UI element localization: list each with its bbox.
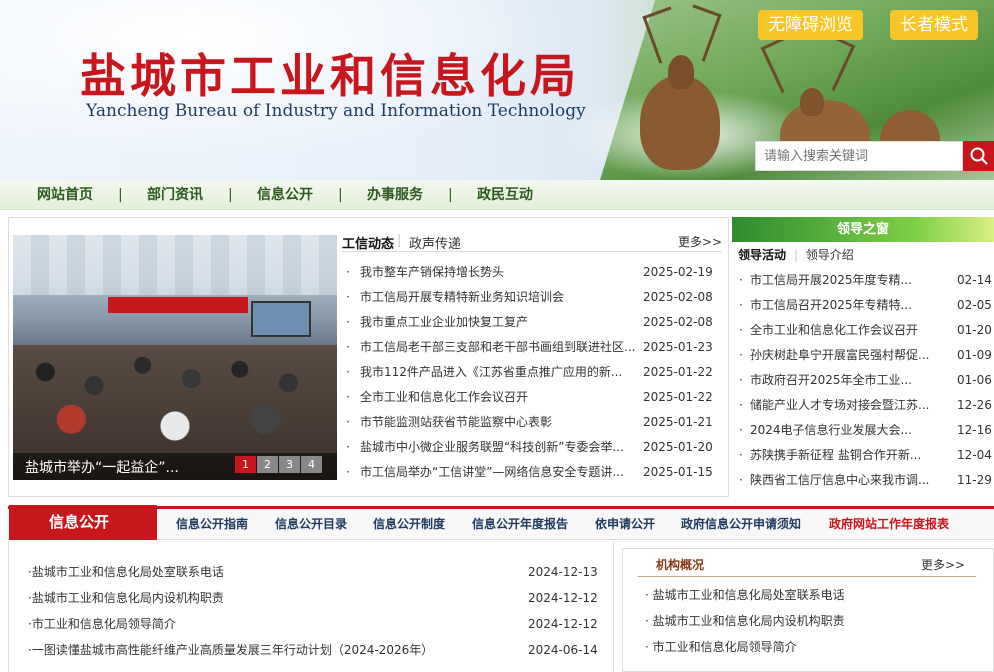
leader-list: · 市工信局开展2025年度专精... 02-14 · 市工信局召开2025年专精特.… (735, 268, 994, 493)
list-item[interactable]: · 陕西省工信厅信息中心来我市调... 11-29 (735, 468, 994, 493)
list-item[interactable]: · 市工信局老干部三支部和老干部书画组到联进社区... 2025-01-23 (342, 335, 722, 360)
link-info-catalog[interactable]: 信息公开目录 (275, 506, 347, 540)
site-title: 盐城市工业和信息化局 (80, 49, 580, 103)
list-item[interactable]: · 我市112件产品进入《江苏省重点推广应用的新... 2025-01-22 (342, 360, 722, 385)
link-website-annual-report[interactable]: 政府网站工作年度报表 (829, 506, 949, 540)
list-item[interactable]: · 市工信局开展专精特新业务知识培训会 2025-02-08 (342, 285, 722, 310)
list-item[interactable]: ·盐城市工业和信息化局内设机构职责 2024-12-12 (28, 588, 600, 608)
list-item[interactable]: · 孙庆树赴阜宁开展富民强村帮促... 01-09 (735, 343, 994, 368)
tab-leader-intro[interactable]: 领导介绍 (806, 248, 854, 262)
news-tabs: 工信动态 | 政声传递 (342, 232, 722, 252)
slide-dot-3[interactable]: 3 (279, 456, 300, 473)
tab-policy-news[interactable]: 政声传递 (409, 233, 461, 252)
list-item[interactable]: · 市工信局举办“工信讲堂”—网络信息安全专题讲... 2025-01-15 (342, 460, 722, 485)
list-item[interactable]: · 苏陕携手新征程 盐铜合作开新... 12-04 (735, 443, 994, 468)
search-box (755, 141, 963, 171)
link-info-guide[interactable]: 信息公开指南 (176, 506, 248, 540)
list-item[interactable]: · 全市工业和信息化工作会议召开 2025-01-22 (342, 385, 722, 410)
nav-interaction[interactable]: 政民互动 (477, 180, 533, 210)
list-item[interactable]: ·市工业和信息化局领导简介 2024-12-12 (28, 614, 600, 634)
site-subtitle: Yancheng Bureau of Industry and Informat… (86, 101, 586, 121)
slide-dot-1[interactable]: 1 (235, 456, 256, 473)
list-item[interactable]: · 盐城市中小微企业服务联盟“科技创新”专委会举... 2025-01-20 (342, 435, 722, 460)
link-info-annual-report[interactable]: 信息公开年度报告 (472, 506, 568, 540)
list-item[interactable]: · 市工业和信息化局领导简介 (645, 638, 797, 655)
main-nav: 网站首页 | 部门资讯 | 信息公开 | 办事服务 | 政民互动 (0, 180, 994, 210)
nav-info-disclosure[interactable]: 信息公开 (257, 180, 313, 210)
list-item[interactable]: · 市节能监测站获省节能监察中心表彰 2025-01-21 (342, 410, 722, 435)
tab-leader-activities[interactable]: 领导活动 (738, 248, 786, 262)
list-item[interactable]: ·一图读懂盐城市高性能纤维产业高质量发展三年行动计划（2024-2026年） 20… (28, 640, 600, 660)
nav-home[interactable]: 网站首页 (37, 180, 93, 210)
nav-department-news[interactable]: 部门资讯 (147, 180, 203, 210)
list-item[interactable]: · 盐城市工业和信息化局内设机构职责 (645, 612, 845, 629)
list-item[interactable]: · 我市整车产销保持增长势头 2025-02-19 (342, 260, 722, 285)
list-item[interactable]: ·盐城市工业和信息化局处室联系电话 2024-12-13 (28, 562, 600, 582)
featured-photo[interactable]: 盐城市举办“一起益企”... (13, 235, 337, 480)
slide-dot-2[interactable]: 2 (257, 456, 278, 473)
elder-mode-button[interactable]: 长者模式 (890, 10, 978, 40)
org-overview-title: 机构概况 (656, 558, 705, 572)
search-button[interactable] (963, 141, 994, 171)
accessibility-button[interactable]: 无障碍浏览 (758, 10, 863, 40)
info-disclosure-title: 信息公开 (9, 505, 157, 540)
list-item[interactable]: · 市政府召开2025年全市工业... 01-06 (735, 368, 994, 393)
list-item[interactable]: · 市工信局开展2025年度专精... 02-14 (735, 268, 994, 293)
news-more-link[interactable]: 更多>> (678, 233, 722, 250)
page: 盐城市工业和信息化局 Yancheng Bureau of Industry a… (0, 0, 994, 672)
featured-caption[interactable]: 盐城市举办“一起益企”... (25, 457, 179, 477)
search-icon (970, 147, 988, 165)
list-item[interactable]: · 盐城市工业和信息化局处室联系电话 (645, 586, 845, 603)
link-info-system[interactable]: 信息公开制度 (373, 506, 445, 540)
org-more-link[interactable]: 更多>> (921, 556, 965, 573)
link-apply-disclosure[interactable]: 依申请公开 (595, 506, 655, 540)
list-item[interactable]: · 储能产业人才专场对接会暨江苏... 12-26 (735, 393, 994, 418)
news-list: · 我市整车产销保持增长势头 2025-02-19 · 市工信局开展专精特新业务知识培… (342, 260, 722, 485)
link-apply-notice[interactable]: 政府信息公开申请须知 (681, 506, 801, 540)
list-item[interactable]: · 市工信局召开2025年专精特... 02-05 (735, 293, 994, 318)
list-item[interactable]: · 全市工业和信息化工作会议召开 01-20 (735, 318, 994, 343)
search-input[interactable] (756, 142, 962, 170)
leader-tabs: 领导活动 | 领导介绍 (738, 248, 854, 262)
slide-pager: 1234 (235, 456, 323, 474)
nav-services[interactable]: 办事服务 (367, 180, 423, 210)
leader-window-title: 领导之窗 (732, 217, 994, 242)
tab-industry-news[interactable]: 工信动态 (342, 233, 394, 252)
slide-dot-4[interactable]: 4 (301, 456, 322, 473)
list-item[interactable]: · 我市重点工业企业加快复工复产 2025-02-08 (342, 310, 722, 335)
list-item[interactable]: · 2024电子信息行业发展大会... 12-16 (735, 418, 994, 443)
